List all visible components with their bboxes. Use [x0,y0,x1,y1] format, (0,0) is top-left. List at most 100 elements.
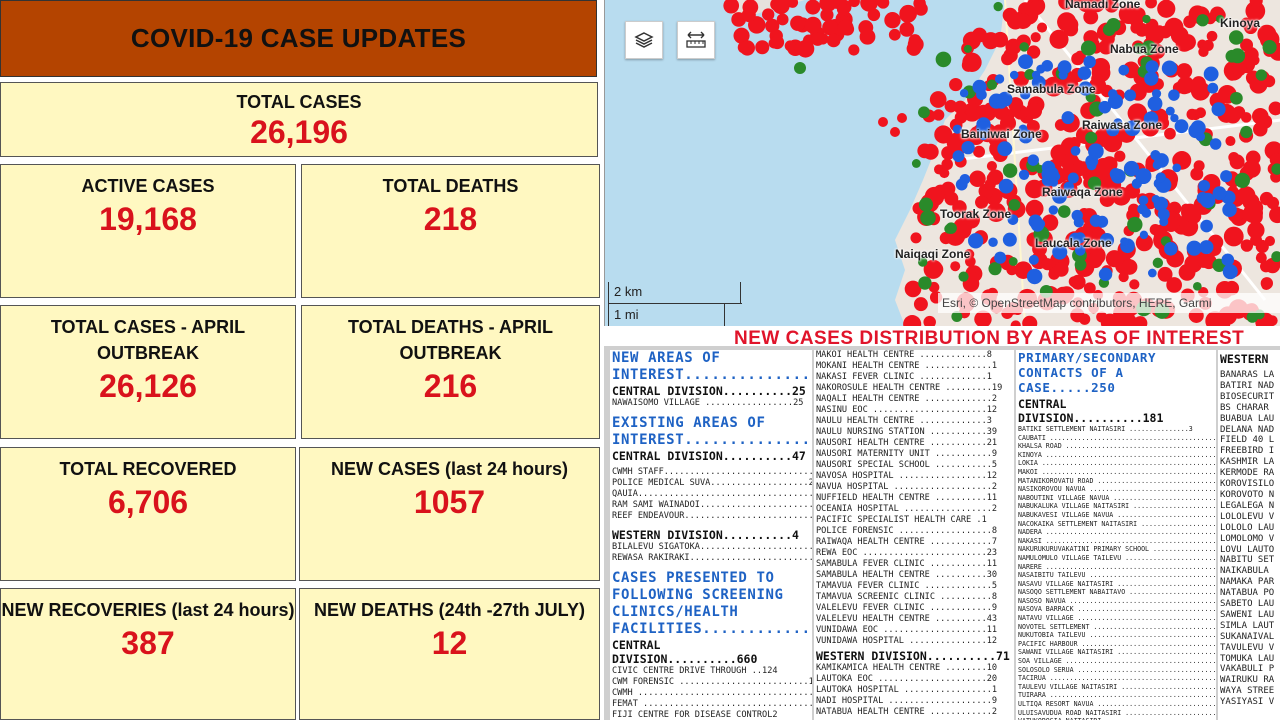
case-marker[interactable] [837,19,854,36]
case-marker[interactable] [899,6,917,23]
case-marker[interactable] [1195,107,1206,119]
case-marker[interactable] [1130,22,1142,34]
contact-marker[interactable] [1195,131,1206,142]
case-marker[interactable] [755,40,770,55]
case-marker[interactable] [1006,264,1018,276]
contact-marker[interactable] [952,150,965,163]
case-marker[interactable] [1017,12,1030,25]
contact-marker[interactable] [1031,70,1041,80]
recovered-marker[interactable] [1152,257,1164,269]
case-marker[interactable] [1005,38,1022,55]
recovered-marker[interactable] [1230,48,1246,64]
case-marker[interactable] [1105,250,1123,268]
case-marker[interactable] [1029,0,1044,15]
case-marker[interactable] [1070,274,1086,290]
case-marker[interactable] [899,21,915,37]
case-marker[interactable] [859,28,876,45]
contact-marker[interactable] [1067,172,1079,184]
case-marker[interactable] [1176,78,1193,95]
case-marker[interactable] [929,91,947,108]
recovered-marker[interactable] [1002,163,1018,178]
contact-marker[interactable] [1212,186,1227,201]
case-marker[interactable] [962,52,982,72]
case-marker[interactable] [1260,277,1274,290]
contact-marker[interactable] [1209,138,1222,150]
contact-marker[interactable] [1168,89,1180,101]
case-marker[interactable] [932,109,945,121]
recovered-marker[interactable] [1262,40,1277,55]
case-marker[interactable] [1079,313,1091,325]
recovered-marker[interactable] [935,51,952,68]
case-marker[interactable] [784,40,796,52]
case-marker[interactable] [836,3,850,16]
case-marker[interactable] [884,12,901,29]
contact-marker[interactable] [1089,214,1103,227]
case-marker[interactable] [1096,311,1108,323]
recovered-marker[interactable] [1196,14,1209,27]
contact-marker[interactable] [1150,150,1161,161]
recovered-marker[interactable] [1228,30,1244,45]
contact-marker[interactable] [1028,254,1039,265]
contact-marker[interactable] [1222,202,1237,218]
case-marker[interactable] [986,160,998,172]
contact-marker[interactable] [1139,230,1149,240]
contact-marker[interactable] [1199,240,1214,255]
contact-marker[interactable] [1107,89,1118,99]
recovered-marker[interactable] [1142,14,1151,24]
case-marker[interactable] [941,158,953,171]
case-marker[interactable] [1232,62,1247,77]
contact-marker[interactable] [1009,70,1019,80]
recovered-marker[interactable] [1008,257,1018,266]
case-marker[interactable] [1193,160,1205,172]
case-marker[interactable] [1129,279,1140,290]
contact-marker[interactable] [1141,208,1152,218]
case-marker[interactable] [770,35,785,50]
case-marker[interactable] [913,297,928,312]
recovered-marker[interactable] [993,1,1003,12]
contact-marker[interactable] [1203,66,1219,82]
recovered-marker[interactable] [920,210,936,226]
contact-marker[interactable] [1145,60,1159,74]
case-marker[interactable] [1240,112,1252,123]
contact-marker[interactable] [976,89,987,100]
case-marker[interactable] [973,145,985,158]
recovered-marker[interactable] [1230,91,1243,105]
contact-marker[interactable] [1161,60,1178,76]
recovered-marker[interactable] [1106,17,1121,32]
contact-marker[interactable] [1118,64,1130,76]
contact-marker[interactable] [959,88,969,98]
contact-marker[interactable] [1123,160,1140,177]
case-marker[interactable] [1179,34,1196,51]
case-marker[interactable] [848,44,860,56]
contact-marker[interactable] [1157,208,1170,221]
recovered-marker[interactable] [918,106,930,119]
case-marker[interactable] [949,77,963,92]
case-marker[interactable] [967,272,980,284]
case-marker[interactable] [890,127,900,137]
case-marker[interactable] [822,19,838,36]
case-marker[interactable] [888,28,901,41]
recovered-marker[interactable] [1255,69,1267,81]
case-marker[interactable] [944,191,959,206]
case-marker[interactable] [972,27,987,43]
case-marker[interactable] [1229,154,1245,170]
case-marker[interactable] [922,143,939,160]
case-marker[interactable] [950,261,961,272]
contact-marker[interactable] [1086,160,1097,171]
contact-marker[interactable] [997,141,1013,157]
case-marker[interactable] [1164,17,1184,37]
recovered-marker[interactable] [1057,205,1071,218]
case-marker[interactable] [790,15,806,31]
contact-marker[interactable] [994,251,1007,264]
contact-marker[interactable] [1070,146,1081,156]
recovered-marker[interactable] [1127,216,1143,233]
case-marker[interactable] [1041,258,1054,271]
case-marker[interactable] [907,36,924,53]
contact-marker[interactable] [1131,178,1142,189]
case-marker[interactable] [877,0,890,9]
contact-marker[interactable] [994,74,1005,84]
recovered-marker[interactable] [944,224,954,234]
case-marker[interactable] [1121,259,1138,275]
case-marker[interactable] [914,2,928,16]
contact-marker[interactable] [1018,54,1033,70]
